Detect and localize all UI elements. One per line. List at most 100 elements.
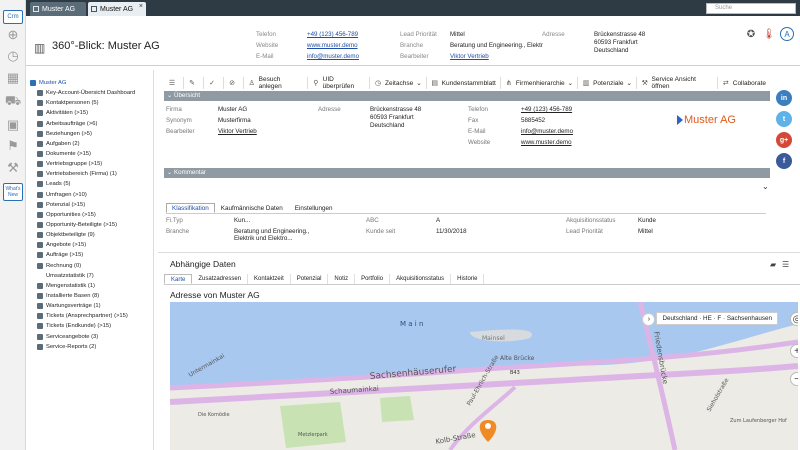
tree-item[interactable]: Service-Reports (2) [26, 342, 153, 352]
header-icons: ✪ 🌡 A [744, 27, 794, 41]
close-tab-icon[interactable]: × [139, 3, 143, 10]
toolbar-button-6[interactable]: ◷ Zeitachse ⌄ [370, 77, 427, 89]
toolbar-button-4[interactable]: ♙ Besuch anlegen [244, 76, 309, 90]
header-bearbeiter-link[interactable]: Viktor Vertrieb [450, 53, 489, 60]
tree-item[interactable]: Installierte Basen (8) [26, 291, 153, 301]
tree-item[interactable]: Beziehungen (>5) [26, 129, 153, 139]
tree-node-icon [37, 323, 43, 330]
box-icon[interactable]: ▣ [5, 117, 21, 133]
toolbar-button-7[interactable]: ▤ Kundenstammblatt [427, 77, 501, 89]
telefon-link[interactable]: +49 (123) 456-789 [521, 106, 572, 113]
dependent-tab-6[interactable]: Akquisitionsstatus [390, 274, 452, 284]
tab-muster-ag-1[interactable]: Muster AG [30, 2, 86, 16]
dependent-tab-0[interactable]: Karte [164, 274, 193, 284]
tree-item[interactable]: Serviceangebote (3) [26, 332, 153, 342]
header-email-link[interactable]: info@muster.demo [307, 53, 359, 60]
tree-item[interactable]: Vertriebsgruppe (>15) [26, 159, 153, 169]
toolbar-button-11[interactable]: ⇄ Collaborate [718, 77, 770, 89]
zoom-out-button[interactable]: − [790, 372, 798, 386]
crm-logo[interactable]: Crm [3, 10, 23, 24]
chart-icon: ▥ [582, 80, 590, 87]
toolbar-icon-button[interactable]: ⊘ [224, 77, 244, 89]
tree-item[interactable]: Opportunity-Beteiligte (>15) [26, 220, 153, 230]
subtab-1[interactable]: Kaufmännische Daten [215, 203, 289, 213]
tree-item[interactable]: Tickets (Ansprechpartner) (>15) [26, 311, 153, 321]
dependent-tab-5[interactable]: Portfolio [355, 274, 391, 284]
subtab-2[interactable]: Einstellungen [289, 203, 339, 213]
dependent-tab-3[interactable]: Potenzial [291, 274, 329, 284]
toolbar-button-5[interactable]: ⚲ UID überprüfen [308, 76, 371, 90]
tree-item-label: Opportunity-Beteiligte (>15) [46, 222, 118, 229]
website-link[interactable]: www.muster.demo [521, 139, 572, 146]
tree-item[interactable]: Aufgaben (2) [26, 139, 153, 149]
cart-icon[interactable]: ⛟ [5, 93, 21, 110]
avatar[interactable]: A [780, 27, 794, 41]
toolbar-button-8[interactable]: ⋔ Firmenhierarchie ⌄ [501, 77, 579, 89]
expand-chevron-icon[interactable]: ⌄ [762, 182, 769, 191]
klass-leadprio-value: Mittel [638, 228, 653, 235]
fax-value: 5885452 [521, 117, 546, 124]
tree-item[interactable]: Key-Account-Übersicht Dashboard [26, 88, 153, 98]
tree-item[interactable]: Objektbeteiligte (9) [26, 230, 153, 240]
clock-icon[interactable]: ◷ [5, 48, 21, 64]
tree-item[interactable]: Umsatzstatistik (7) [26, 271, 153, 281]
tree-item[interactable]: Arbeitsaufträge (>6) [26, 119, 153, 129]
wrench-icon[interactable]: ⚒ [5, 160, 21, 176]
tree-item[interactable]: Vertriebsbereich (Firma) (1) [26, 169, 153, 179]
tab-muster-ag-2[interactable]: Muster AG × [88, 2, 146, 16]
tree-item[interactable]: Umfragen (>10) [26, 190, 153, 200]
tree-item-label: Vertriebsgruppe (>15) [46, 161, 103, 168]
toolbar-icon-button[interactable]: ✎ [184, 77, 204, 89]
folder-icon[interactable]: ▰ [770, 260, 776, 269]
tree-node-icon [37, 313, 43, 320]
twitter-icon[interactable]: t [776, 111, 792, 127]
tab-strip: Muster AG Muster AG × Suche [26, 0, 800, 16]
plus-circle-icon[interactable]: ⊕ [5, 27, 21, 43]
tree-item[interactable]: Aufträge (>15) [26, 250, 153, 260]
toolbar-button-9[interactable]: ▥ Potenziale ⌄ [578, 77, 637, 89]
dependent-tab-2[interactable]: Kontaktzeit [248, 274, 291, 284]
thermometer-icon[interactable]: 🌡 [762, 27, 776, 41]
tree-item[interactable]: Potenzial (>15) [26, 200, 153, 210]
zoom-in-button[interactable]: + [790, 344, 798, 358]
tree-item[interactable]: Dokumente (>15) [26, 149, 153, 159]
flag-icon[interactable]: ⚑ [5, 138, 21, 154]
tree-item[interactable]: Rechnung (0) [26, 261, 153, 271]
tree-item[interactable]: Muster AG [26, 78, 153, 88]
tree-item[interactable]: Tickets (Endkunde) (>15) [26, 321, 153, 331]
toolbar-icon-button[interactable]: ✓ [204, 77, 224, 89]
dependent-tab-7[interactable]: Historie [451, 274, 485, 284]
dependent-tab-4[interactable]: Notiz [328, 274, 356, 284]
linkedin-icon[interactable]: in [776, 90, 792, 106]
tree-item[interactable]: Kontaktpersonen (5) [26, 98, 153, 108]
toolbar-button-label: Besuch anlegen [258, 76, 282, 90]
map-view[interactable]: M a i n Mainsel Sachsenhäuserufer Schaum… [170, 302, 798, 450]
dependent-tab-1[interactable]: Zusatzadressen [192, 274, 249, 284]
whats-new-button[interactable]: What's New [3, 183, 23, 201]
map-location-breadcrumb[interactable]: › Deutschland · HE · F · Sachsenhausen [642, 312, 778, 326]
cancel-icon: ⊘ [229, 80, 235, 87]
award-icon[interactable]: ✪ [744, 27, 758, 41]
toolbar-button-10[interactable]: ⚒ Service Ansicht öffnen [637, 76, 718, 90]
googleplus-icon[interactable]: g+ [776, 132, 792, 148]
search-input[interactable]: Suche [706, 3, 796, 14]
tree-item[interactable]: Aktivitäten (>15) [26, 108, 153, 118]
header-telefon-link[interactable]: +49 (123) 456-789 [307, 31, 358, 38]
calendar-icon[interactable]: ▦ [5, 70, 21, 86]
tree-item[interactable]: Mengenstatistik (1) [26, 281, 153, 291]
tree-item-label: Opportunities (>15) [46, 211, 96, 218]
facebook-icon[interactable]: f [776, 153, 792, 169]
kommentar-section-header[interactable]: ⌄ Kommentar [164, 168, 770, 178]
tree-item[interactable]: Leads (5) [26, 179, 153, 189]
menu-icon[interactable]: ☰ [782, 260, 789, 269]
subtab-0[interactable]: Klassifikation [166, 203, 215, 213]
bearbeiter-link[interactable]: Viktor Vertrieb [218, 128, 257, 135]
locate-icon[interactable]: ◎ [790, 312, 798, 326]
email-link[interactable]: info@muster.demo [521, 128, 573, 135]
header-website-link[interactable]: www.muster.demo [307, 42, 358, 49]
overview-section-header[interactable]: ⌄ Übersicht [164, 91, 770, 101]
tree-item[interactable]: Opportunities (>15) [26, 210, 153, 220]
tree-item[interactable]: Angebote (>15) [26, 240, 153, 250]
toolbar-icon-button[interactable]: ☰ [164, 77, 184, 89]
tree-item[interactable]: Wartungsverträge (1) [26, 301, 153, 311]
